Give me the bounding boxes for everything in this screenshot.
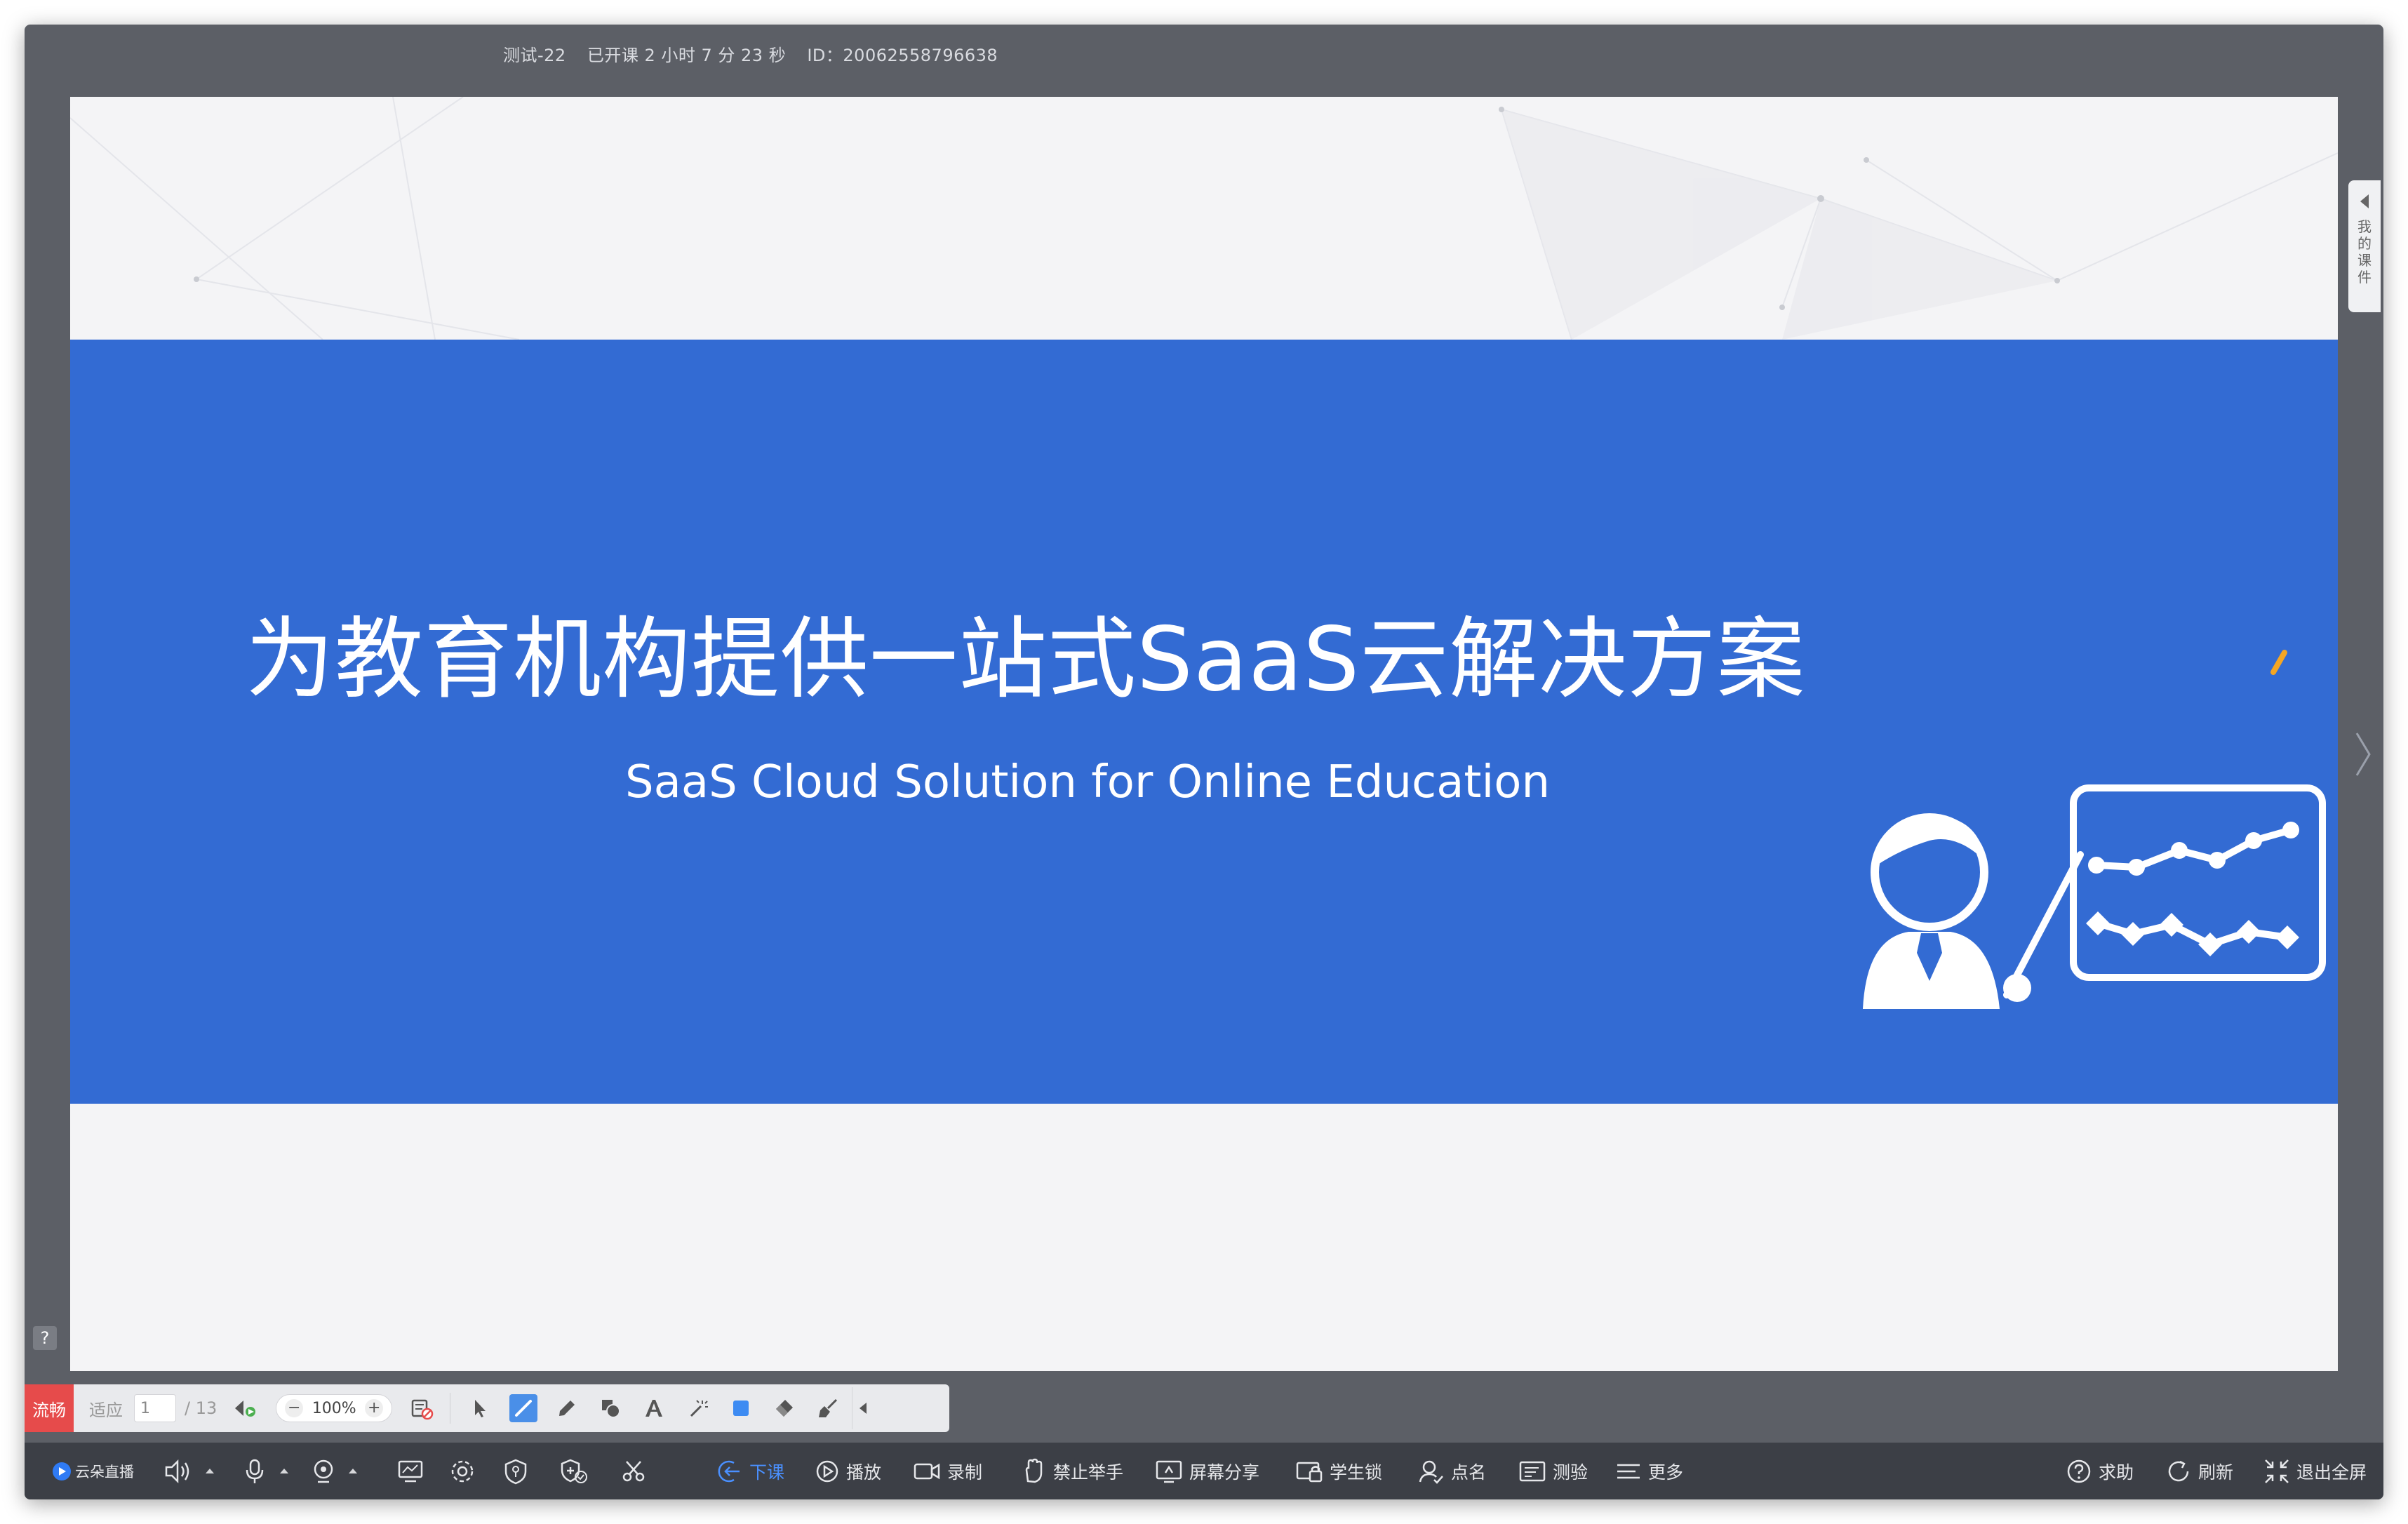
slide-toolbar: 流畅 适应 / 13 − 100% + — [25, 1384, 949, 1432]
speaker-icon — [165, 1459, 189, 1483]
laser-icon[interactable] — [683, 1394, 711, 1422]
exit-fullscreen-label: 退出全屏 — [2296, 1462, 2367, 1483]
quiz-label: 测验 — [1553, 1462, 1588, 1483]
video-camera-icon — [914, 1463, 940, 1479]
chevron-up-icon — [280, 1469, 288, 1473]
microphone-control[interactable] — [242, 1443, 288, 1499]
permission-button[interactable] — [502, 1443, 535, 1499]
screen-share-label: 屏幕分享 — [1189, 1462, 1260, 1483]
help-label: 求助 — [2099, 1462, 2134, 1483]
student-lock-label: 学生锁 — [1330, 1462, 1383, 1483]
webcam-icon — [314, 1459, 333, 1483]
slide-canvas[interactable]: 为教育机构提供一站式SaaS云解决方案 SaaS Cloud Solution … — [70, 97, 2338, 1371]
zoom-control: − 100% + — [276, 1394, 393, 1422]
page-total: / 13 — [185, 1398, 218, 1418]
pencil-icon — [2270, 650, 2287, 675]
ban-hand-raise-button[interactable]: 禁止举手 — [1019, 1443, 1123, 1499]
camera-control[interactable] — [311, 1443, 357, 1499]
play-button[interactable]: 播放 — [814, 1443, 881, 1499]
record-label: 录制 — [947, 1462, 983, 1483]
zoom-value: 100% — [312, 1399, 356, 1417]
teacher-chart-illustration — [1863, 650, 2326, 1009]
slide-footer-area — [70, 1104, 2338, 1371]
more-label: 更多 — [1648, 1462, 1684, 1483]
play-label: 播放 — [846, 1462, 882, 1483]
security-check-button[interactable] — [558, 1443, 596, 1499]
chevron-up-icon — [349, 1469, 357, 1473]
record-button[interactable]: 录制 — [912, 1443, 982, 1499]
microphone-icon — [246, 1459, 264, 1483]
help-icon — [2067, 1459, 2091, 1483]
speaker-control[interactable] — [163, 1443, 214, 1499]
zoom-in-button[interactable]: + — [365, 1399, 384, 1417]
collapse-toolbar-button[interactable] — [852, 1387, 874, 1429]
screen-share-icon — [1156, 1460, 1182, 1483]
title-bar: 测试-22 已开课 2 小时 7 分 23 秒 ID：2006255879663… — [25, 25, 2383, 95]
class-info: 测试-22 已开课 2 小时 7 分 23 秒 ID：2006255879663… — [503, 41, 1013, 66]
settings-button[interactable] — [448, 1443, 482, 1499]
end-class-label: 下课 — [749, 1462, 785, 1483]
my-courseware-label: 我的课件 — [2357, 218, 2372, 286]
roll-call-label: 点名 — [1451, 1462, 1487, 1483]
screen-monitor-button[interactable] — [396, 1443, 430, 1499]
menu-icon — [1617, 1464, 1640, 1478]
refresh-button[interactable]: 刷新 — [2165, 1443, 2233, 1499]
chevron-up-icon — [206, 1469, 214, 1473]
elapsed-time: 已开课 2 小时 7 分 23 秒 — [587, 46, 787, 65]
roll-call-button[interactable]: 点名 — [1417, 1443, 1486, 1499]
bottom-control-bar: 云朵直播 下课 播放 录制 禁止举手 屏幕分享 学生锁 点名 测验 更多 求助 … — [25, 1443, 2383, 1499]
color-icon[interactable] — [727, 1394, 755, 1422]
network-quality-badge[interactable]: 流畅 — [25, 1384, 74, 1432]
refresh-label: 刷新 — [2198, 1462, 2234, 1483]
page-number-input[interactable] — [134, 1394, 176, 1422]
zoom-out-button[interactable]: − — [285, 1399, 304, 1417]
shield-icon — [504, 1459, 527, 1484]
help-question-icon[interactable]: ? — [33, 1326, 57, 1350]
pointer-icon[interactable] — [466, 1394, 494, 1422]
help-button[interactable]: 求助 — [2065, 1443, 2134, 1499]
next-slide-icon[interactable] — [2353, 726, 2374, 782]
brand-logo: 云朵直播 — [53, 1443, 134, 1499]
app-window: 测试-22 已开课 2 小时 7 分 23 秒 ID：2006255879663… — [25, 25, 2383, 1499]
refresh-icon — [2168, 1460, 2189, 1481]
clear-slide-icon[interactable] — [408, 1394, 436, 1422]
monitor-icon — [398, 1460, 423, 1482]
shield-check-icon — [561, 1459, 587, 1483]
screen-share-button[interactable]: 屏幕分享 — [1154, 1443, 1259, 1499]
clear-icon[interactable] — [814, 1394, 842, 1422]
exit-fullscreen-icon — [2265, 1459, 2289, 1483]
end-class-button[interactable]: 下课 — [716, 1443, 784, 1499]
quiz-button[interactable]: 测验 — [1518, 1443, 1588, 1499]
collapse-left-icon — [2360, 194, 2369, 208]
student-lock-button[interactable]: 学生锁 — [1295, 1443, 1382, 1499]
hand-icon — [1025, 1458, 1043, 1483]
yunduo-logo-icon — [53, 1462, 71, 1480]
brand-name: 云朵直播 — [75, 1463, 134, 1480]
more-button[interactable]: 更多 — [1614, 1443, 1683, 1499]
exit-class-icon — [718, 1460, 740, 1482]
shape-icon[interactable] — [596, 1394, 624, 1422]
animation-step-icon[interactable] — [232, 1394, 260, 1422]
fit-button[interactable]: 适应 — [89, 1396, 123, 1421]
scissors-button[interactable] — [620, 1443, 653, 1499]
exit-fullscreen-button[interactable]: 退出全屏 — [2263, 1443, 2367, 1499]
user-check-icon — [1419, 1460, 1443, 1484]
line-icon[interactable] — [509, 1394, 538, 1422]
text-icon[interactable] — [640, 1394, 668, 1422]
pen-icon[interactable] — [553, 1394, 581, 1422]
ban-hand-raise-label: 禁止举手 — [1053, 1462, 1124, 1483]
lock-screen-icon — [1296, 1462, 1323, 1482]
quiz-icon — [1519, 1461, 1546, 1481]
class-id: ID：20062558796638 — [807, 46, 998, 65]
my-courseware-tab[interactable]: 我的课件 — [2348, 180, 2381, 312]
gear-icon — [451, 1460, 474, 1482]
scissors-icon — [622, 1460, 645, 1481]
play-icon — [816, 1460, 838, 1482]
eraser-icon[interactable] — [770, 1394, 798, 1422]
course-name: 测试-22 — [503, 46, 566, 65]
